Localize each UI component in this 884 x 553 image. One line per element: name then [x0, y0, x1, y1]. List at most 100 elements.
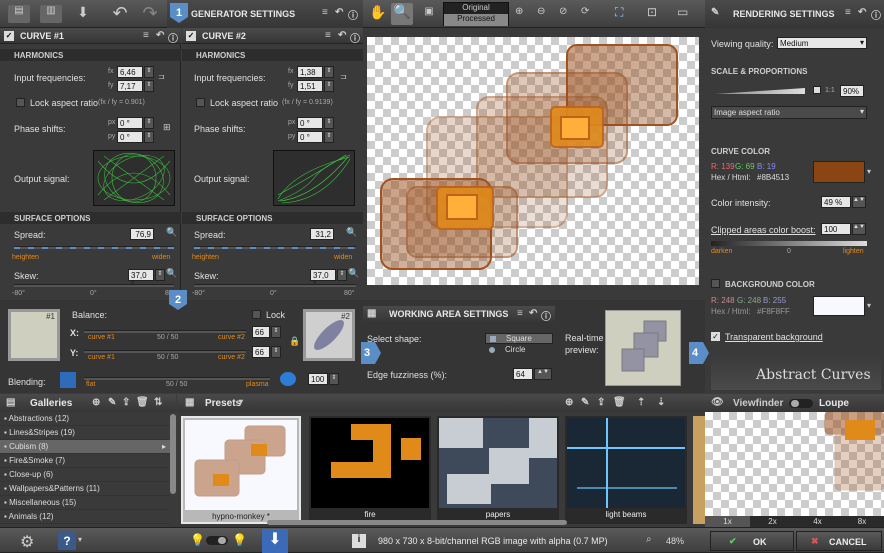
ok-button[interactable]: ✔ OK	[710, 531, 794, 551]
info-icon[interactable]: ⓘ	[348, 7, 358, 22]
curve1-skew-stepper[interactable]: ⇕	[155, 269, 165, 281]
preset-thumb[interactable]: light beams	[565, 416, 687, 524]
balance-x-input[interactable]: 66	[252, 326, 270, 338]
gallery-item[interactable]: ▪ Abstractions (12)	[0, 412, 170, 426]
viewfinder-loupe-toggle[interactable]	[789, 399, 813, 408]
rendered-image[interactable]	[367, 37, 699, 285]
delete-icon[interactable]: 🗑	[136, 397, 149, 408]
add-preset-icon[interactable]: ⊕	[565, 397, 573, 408]
blending-slider[interactable]	[84, 377, 270, 380]
preset-thumb[interactable]: fire	[309, 416, 431, 524]
color-intensity-stepper[interactable]: ▲▼	[852, 196, 866, 208]
preset-thumb[interactable]: hypno-monkey *	[181, 416, 301, 524]
reset-icon[interactable]: ↶	[858, 7, 866, 18]
original-processed-toggle[interactable]: Original Processed	[443, 2, 509, 26]
viewing-quality-select[interactable]: Medium ▾	[777, 37, 867, 49]
blend-stepper[interactable]: ⇕	[329, 373, 339, 385]
curve1-lock-aspect-checkbox[interactable]	[16, 98, 25, 107]
curve1-py-input[interactable]: 0 °	[117, 131, 143, 143]
help-icon[interactable]: ?	[58, 532, 76, 550]
redo-icon[interactable]: ↷	[138, 3, 162, 23]
curve2-surface-section[interactable]: SURFACE OPTIONS	[182, 212, 363, 224]
processed-option[interactable]: Processed	[444, 14, 508, 26]
apply-download-icon[interactable]: ⬇	[262, 529, 288, 553]
fullscreen-icon[interactable]: ⊡	[647, 5, 657, 19]
gallery-item[interactable]: ▪ Close-up (6)	[0, 468, 170, 482]
chevron-down-icon[interactable]: ▾	[867, 167, 871, 176]
curve1-skew-slider[interactable]	[14, 284, 174, 287]
edit-icon[interactable]: ✎	[581, 397, 589, 408]
rotate-icon[interactable]: ⟳	[581, 6, 589, 17]
curve1-px-stepper[interactable]: ⇕	[144, 117, 154, 129]
reset-icon[interactable]: ↶	[156, 30, 164, 41]
chevron-down-icon[interactable]: ▾	[78, 535, 82, 544]
gallery-item[interactable]: ▪ Animals (12)	[0, 510, 170, 524]
lock-icon[interactable]: 🔒	[289, 336, 300, 347]
curve1-harmonics-section[interactable]: HARMONICS	[0, 49, 181, 61]
sort-icon[interactable]: ⇅	[154, 397, 162, 408]
menu-icon[interactable]: ≡	[143, 30, 149, 41]
scale-slider[interactable]	[715, 88, 805, 94]
blend-input[interactable]: 100	[308, 373, 328, 385]
clipped-boost-stepper[interactable]: ▲▼	[852, 223, 866, 235]
curve1-thumbnail[interactable]: #1	[8, 309, 60, 361]
zoom-out-icon[interactable]: ⊖	[537, 6, 545, 17]
edge-fuzziness-input[interactable]: 64	[513, 368, 533, 380]
galleries-scrollbar[interactable]	[170, 414, 176, 494]
zoom-percent-input[interactable]: 90%	[840, 85, 864, 97]
link-icon[interactable]: ⊐	[340, 72, 347, 81]
lock-checkbox[interactable]	[252, 310, 261, 319]
one-to-one-checkbox[interactable]	[813, 86, 821, 94]
up-icon[interactable]: ⇡	[637, 397, 645, 408]
reset-icon[interactable]: ↶	[338, 30, 346, 41]
zoom-icon[interactable]: 🔍	[166, 268, 177, 279]
bg-color-swatch[interactable]	[813, 296, 865, 316]
info-icon[interactable]: ⓘ	[541, 308, 551, 323]
curve1-py-stepper[interactable]: ⇕	[144, 131, 154, 143]
curve1-checkbox[interactable]: ✓	[4, 31, 14, 41]
balance-x-slider[interactable]	[84, 330, 246, 333]
viewfinder-image[interactable]	[705, 411, 884, 516]
balance-y-stepper[interactable]: ⇕	[271, 346, 281, 358]
background-color-checkbox[interactable]	[711, 279, 720, 288]
canvas-area[interactable]	[363, 28, 705, 299]
reset-icon[interactable]: ↶	[529, 308, 537, 319]
curve2-checkbox[interactable]: ✓	[186, 31, 196, 41]
clipped-boost-slider[interactable]	[711, 241, 867, 246]
preset-thumb[interactable]: papers	[437, 416, 559, 524]
curve-color-swatch[interactable]	[813, 161, 865, 183]
fit-screen-icon[interactable]: ⛶	[615, 5, 623, 20]
curve2-fy-input[interactable]: 1,51	[297, 80, 323, 92]
curve1-fx-stepper[interactable]: ⇕	[144, 66, 154, 78]
new-file-icon[interactable]: ▤	[8, 5, 30, 23]
curve2-spread-input[interactable]: 31,2	[310, 228, 334, 240]
balance-x-stepper[interactable]: ⇕	[271, 326, 281, 338]
color-intensity-input[interactable]: 49 %	[821, 196, 851, 208]
chevron-down-icon[interactable]: ▾	[867, 301, 871, 310]
reset-icon[interactable]: ↶	[335, 7, 343, 18]
balance-y-slider[interactable]	[84, 350, 246, 353]
curve2-thumbnail[interactable]: #2	[303, 309, 355, 361]
zoom-fit-icon[interactable]: ⊘	[559, 6, 567, 17]
curve2-fx-input[interactable]: 1,38	[297, 66, 323, 78]
curve2-skew-input[interactable]: 37,0 °	[310, 269, 336, 289]
curve2-harmonics-section[interactable]: HARMONICS	[182, 49, 363, 61]
export-icon[interactable]: ⇪	[597, 397, 605, 408]
download-icon[interactable]: ⬇	[72, 4, 94, 24]
zoom-1x[interactable]: 1x	[705, 516, 750, 527]
gallery-item[interactable]: ▪ Miscellaneous (15)	[0, 496, 170, 510]
zoom-4x[interactable]: 4x	[795, 516, 840, 527]
info-icon[interactable]: ⓘ	[168, 30, 178, 45]
curve2-spread-slider[interactable]	[194, 246, 356, 249]
monitor-icon[interactable]: ▭	[677, 5, 688, 19]
zoom-icon[interactable]: 🔍	[166, 227, 177, 238]
gear-icon[interactable]: ⚙	[20, 532, 34, 552]
zoom-8x[interactable]: 8x	[840, 516, 884, 527]
curve2-py-input[interactable]: 0 °	[297, 131, 323, 143]
plasma-blend-icon[interactable]	[280, 372, 296, 386]
curve1-fy-stepper[interactable]: ⇕	[144, 80, 154, 92]
zoom-in-icon[interactable]: ⊕	[515, 6, 523, 17]
menu-icon[interactable]: ≡	[325, 30, 331, 41]
curve1-spread-slider[interactable]	[14, 246, 174, 249]
curve2-skew-stepper[interactable]: ⇕	[337, 269, 347, 281]
